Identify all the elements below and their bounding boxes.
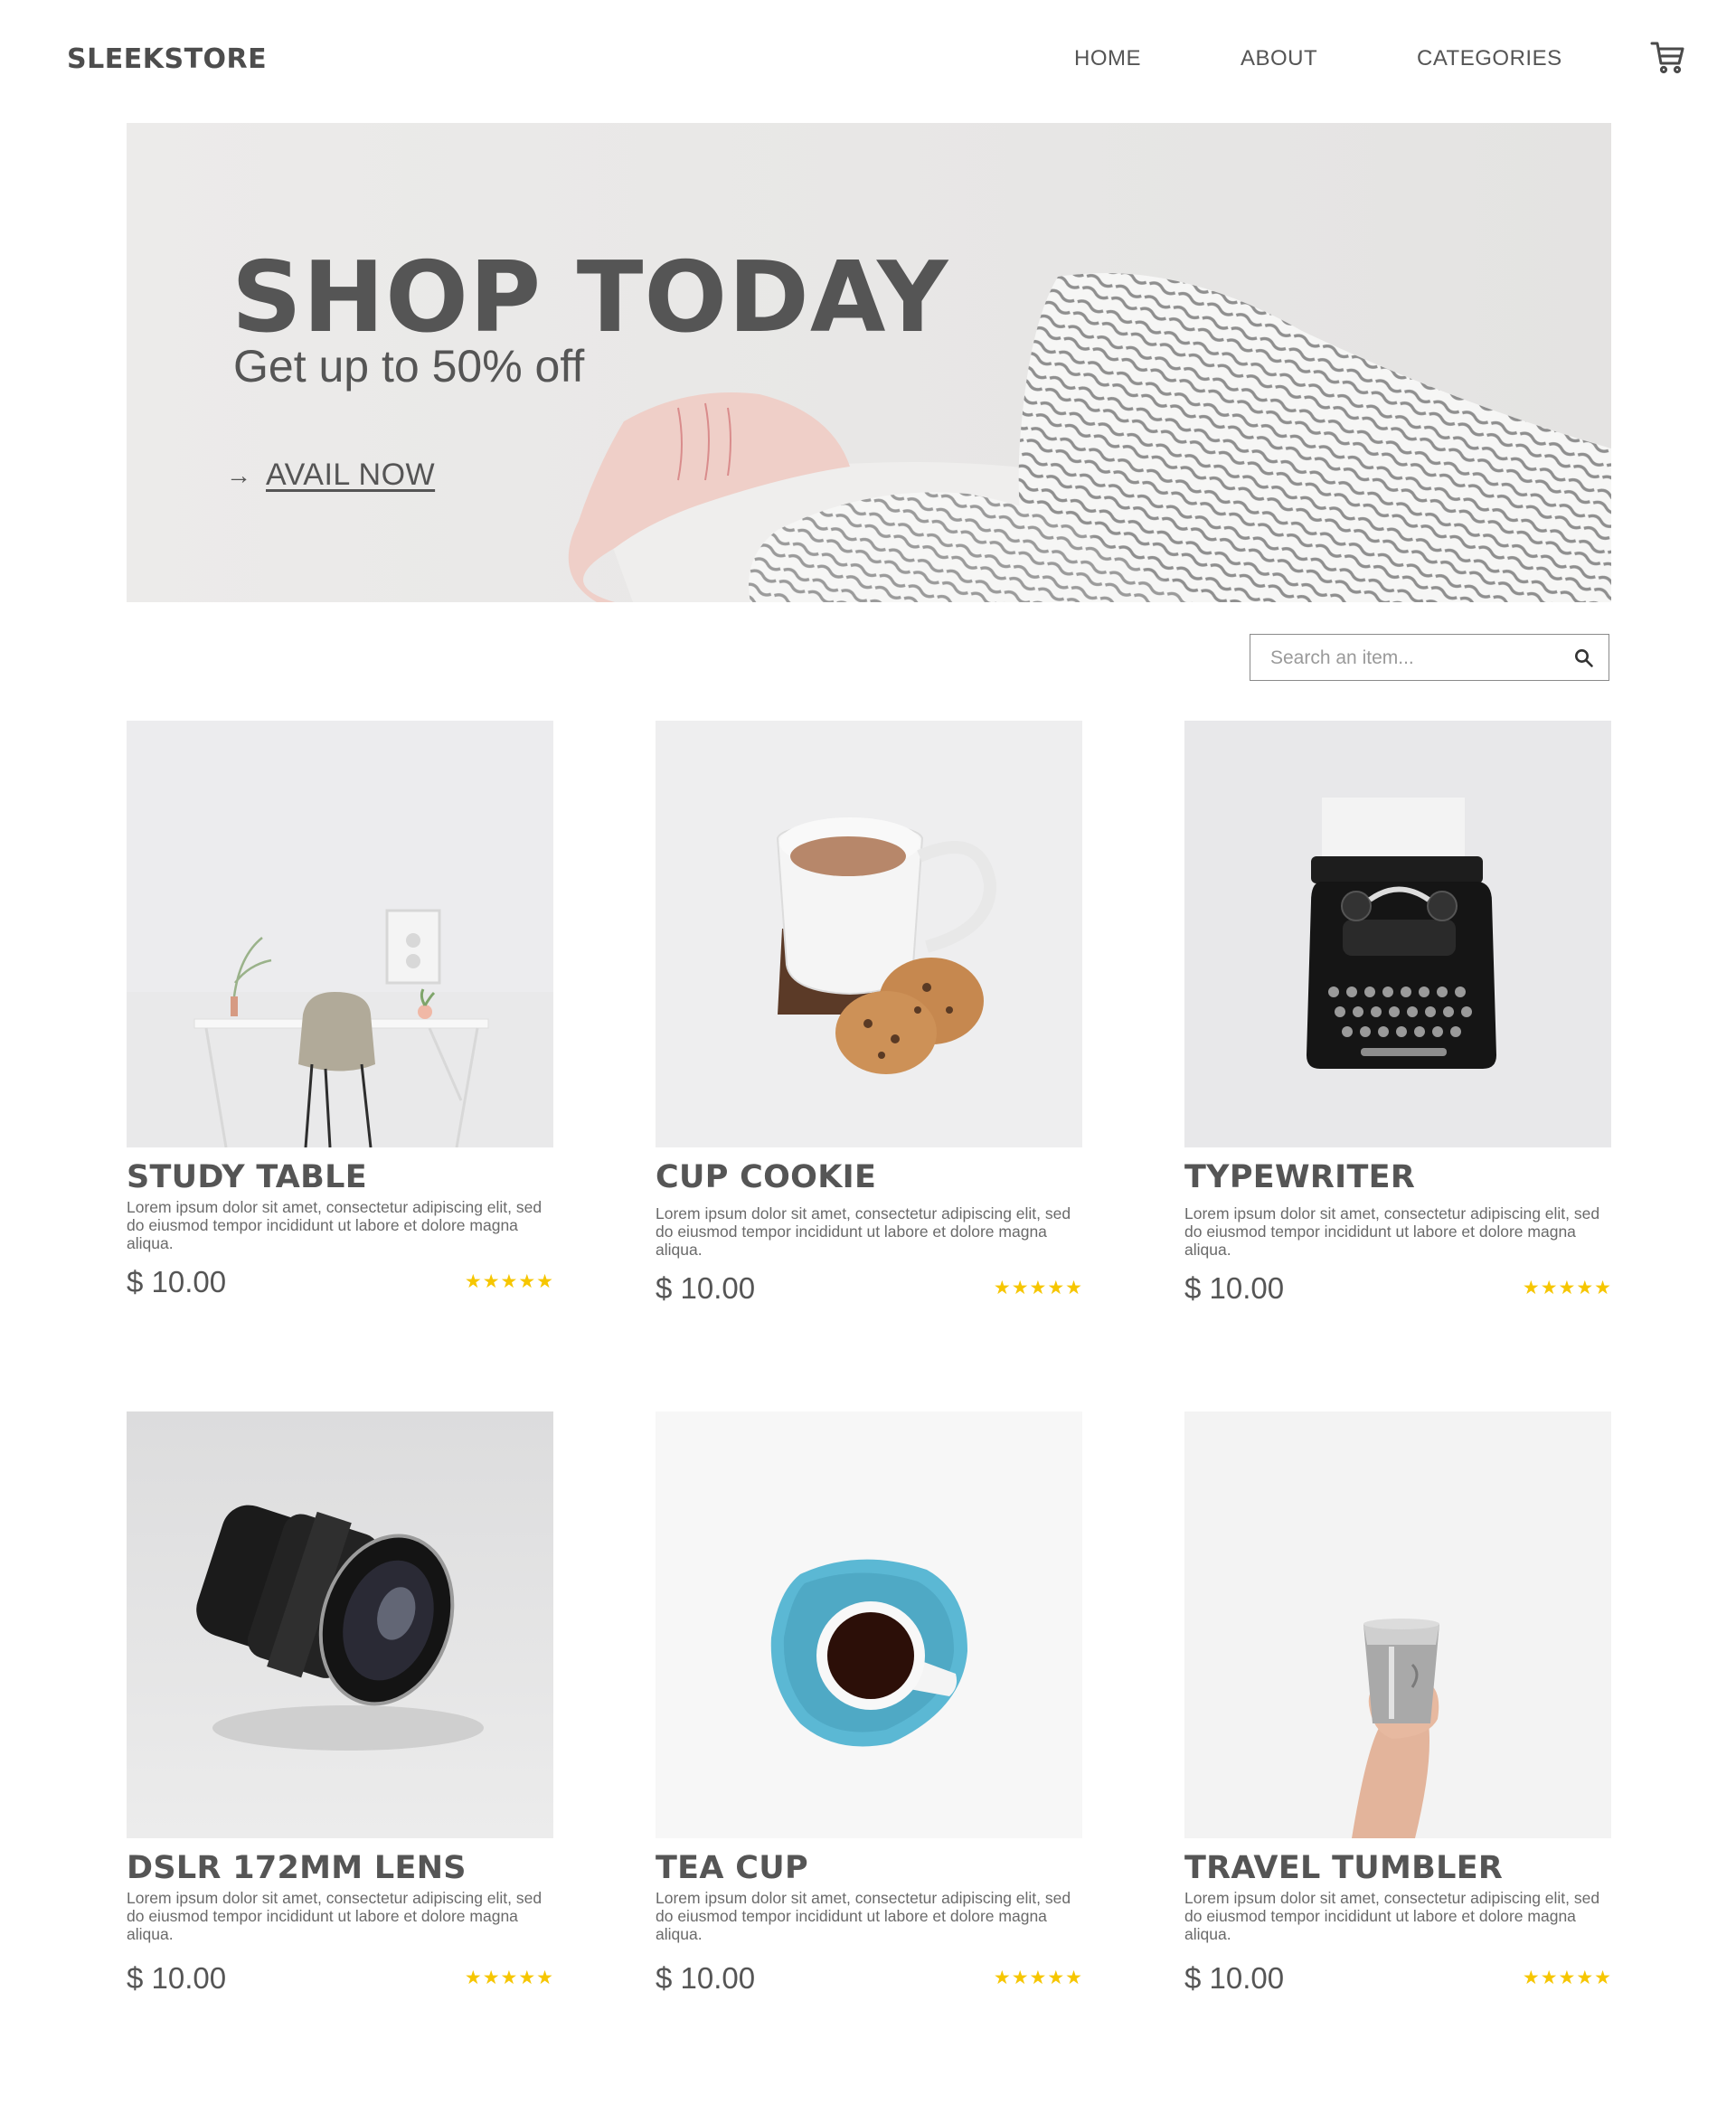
star-icon: ★	[482, 1968, 500, 1988]
star-icon: ★	[1576, 1968, 1594, 1988]
product-image-typewriter[interactable]	[1184, 721, 1611, 1147]
star-icon: ★	[1047, 1278, 1065, 1298]
product-footer: $ 10.00 ★ ★ ★ ★ ★	[1184, 1271, 1611, 1306]
star-rating: ★ ★ ★ ★ ★	[1523, 1279, 1611, 1298]
star-icon: ★	[1540, 1278, 1558, 1298]
star-icon: ★	[1522, 1968, 1540, 1988]
product-card-study-table: STUDY TABLE Lorem ipsum dolor sit amet, …	[127, 721, 553, 1299]
product-image-cup-cookie[interactable]	[656, 721, 1082, 1147]
nav-categories[interactable]: CATEGORIES	[1417, 46, 1562, 71]
product-description: Lorem ipsum dolor sit amet, consectetur …	[127, 1197, 542, 1252]
star-icon: ★	[518, 1968, 536, 1988]
product-footer: $ 10.00 ★ ★ ★ ★ ★	[1184, 1961, 1611, 1996]
product-name[interactable]: CUP COOKIE	[656, 1160, 1082, 1195]
nav-about[interactable]: ABOUT	[1241, 46, 1317, 71]
star-icon: ★	[1065, 1278, 1082, 1298]
star-icon: ★	[464, 1271, 482, 1292]
star-icon: ★	[1540, 1968, 1558, 1988]
star-rating: ★ ★ ★ ★ ★	[1523, 1968, 1611, 1987]
star-rating: ★ ★ ★ ★ ★	[465, 1272, 553, 1291]
product-card-cup-cookie: CUP COOKIE Lorem ipsum dolor sit amet, c…	[656, 721, 1082, 1306]
star-icon: ★	[500, 1968, 518, 1988]
star-icon: ★	[1011, 1278, 1029, 1298]
site-header: SLEEKSTORE HOME ABOUT CATEGORIES	[0, 0, 1736, 122]
star-icon: ★	[1047, 1968, 1065, 1988]
brand-logo[interactable]: SLEEKSTORE	[67, 43, 267, 75]
star-icon: ★	[518, 1271, 536, 1292]
product-price: $ 10.00	[127, 1264, 227, 1298]
star-icon: ★	[1558, 1278, 1576, 1298]
search-icon[interactable]	[1572, 647, 1596, 670]
product-image-dslr-lens[interactable]	[127, 1411, 553, 1838]
product-name[interactable]: DSLR 172MM LENS	[127, 1851, 553, 1886]
product-description: Lorem ipsum dolor sit amet, consectetur …	[127, 1888, 542, 1943]
avail-now-label[interactable]: AVAIL NOW	[266, 458, 435, 493]
star-icon: ★	[1576, 1278, 1594, 1298]
product-card-tea-cup: TEA CUP Lorem ipsum dolor sit amet, cons…	[656, 1411, 1082, 1996]
product-name[interactable]: TYPEWRITER	[1184, 1160, 1611, 1195]
product-footer: $ 10.00 ★ ★ ★ ★ ★	[656, 1271, 1082, 1306]
product-name[interactable]: TRAVEL TUMBLER	[1184, 1851, 1611, 1886]
product-card-dslr-lens: DSLR 172MM LENS Lorem ipsum dolor sit am…	[127, 1411, 553, 1996]
product-footer: $ 10.00 ★ ★ ★ ★ ★	[127, 1961, 553, 1996]
star-icon: ★	[536, 1968, 553, 1988]
star-rating: ★ ★ ★ ★ ★	[465, 1968, 553, 1987]
star-rating: ★ ★ ★ ★ ★	[994, 1968, 1082, 1987]
cart-icon[interactable]	[1649, 38, 1687, 76]
hero-title: SHOP TODAY	[231, 241, 949, 354]
product-price: $ 10.00	[1184, 1960, 1285, 1995]
hero-subtitle: Get up to 50% off	[233, 341, 585, 392]
product-card-travel-tumbler: TRAVEL TUMBLER Lorem ipsum dolor sit ame…	[1184, 1411, 1611, 1996]
product-price: $ 10.00	[127, 1960, 227, 1995]
product-card-typewriter: TYPEWRITER Lorem ipsum dolor sit amet, c…	[1184, 721, 1611, 1306]
arrow-right-icon: →	[226, 460, 251, 489]
star-icon: ★	[1029, 1968, 1047, 1988]
nav-home[interactable]: HOME	[1074, 46, 1141, 71]
star-icon: ★	[1011, 1968, 1029, 1988]
avail-now-link[interactable]: → AVAIL NOW	[226, 458, 435, 493]
star-icon: ★	[993, 1278, 1011, 1298]
product-name[interactable]: STUDY TABLE	[127, 1160, 553, 1195]
product-description: Lorem ipsum dolor sit amet, consectetur …	[1184, 1888, 1600, 1943]
product-price: $ 10.00	[656, 1270, 756, 1305]
star-icon: ★	[1029, 1278, 1047, 1298]
star-icon: ★	[1594, 1968, 1611, 1988]
product-description: Lorem ipsum dolor sit amet, consectetur …	[656, 1204, 1071, 1259]
product-footer: $ 10.00 ★ ★ ★ ★ ★	[656, 1961, 1082, 1996]
product-name[interactable]: TEA CUP	[656, 1851, 1082, 1886]
product-footer: $ 10.00 ★ ★ ★ ★ ★	[127, 1265, 553, 1299]
product-image-tea-cup[interactable]	[656, 1411, 1082, 1838]
star-icon: ★	[500, 1271, 518, 1292]
star-icon: ★	[1522, 1278, 1540, 1298]
star-icon: ★	[482, 1271, 500, 1292]
product-image-travel-tumbler[interactable]	[1184, 1411, 1611, 1838]
hero-banner: SHOP TODAY Get up to 50% off → AVAIL NOW	[127, 123, 1611, 602]
product-image-study-table[interactable]	[127, 721, 553, 1147]
star-icon: ★	[536, 1271, 553, 1292]
product-description: Lorem ipsum dolor sit amet, consectetur …	[656, 1888, 1071, 1943]
search-box	[1250, 634, 1609, 681]
product-description: Lorem ipsum dolor sit amet, consectetur …	[1184, 1204, 1600, 1259]
star-icon: ★	[1594, 1278, 1611, 1298]
star-icon: ★	[1065, 1968, 1082, 1988]
star-rating: ★ ★ ★ ★ ★	[994, 1279, 1082, 1298]
star-icon: ★	[1558, 1968, 1576, 1988]
product-price: $ 10.00	[656, 1960, 756, 1995]
star-icon: ★	[464, 1968, 482, 1988]
product-price: $ 10.00	[1184, 1270, 1285, 1305]
search-input[interactable]	[1269, 642, 1561, 675]
star-icon: ★	[993, 1968, 1011, 1988]
